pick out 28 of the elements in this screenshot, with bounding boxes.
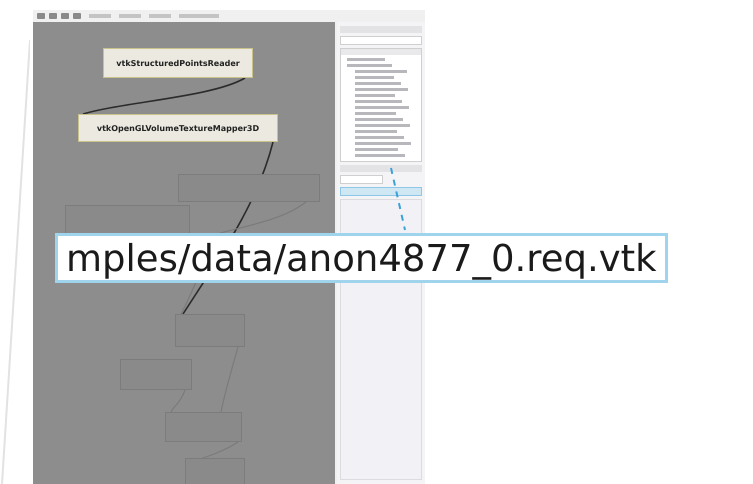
list-entry[interactable]: [355, 88, 408, 91]
toolbar-tab[interactable]: [149, 14, 171, 18]
list-entry[interactable]: [355, 76, 394, 79]
search-field[interactable]: [340, 36, 422, 45]
list-entry[interactable]: [355, 118, 403, 121]
parameter-field[interactable]: [340, 175, 383, 184]
list-entry[interactable]: [355, 100, 402, 103]
list-entry[interactable]: [355, 106, 409, 109]
list-entry[interactable]: [355, 142, 411, 145]
file-path-field[interactable]: mples/data/anon4877_0.req.vtk: [55, 233, 668, 283]
file-path-field[interactable]: [340, 187, 422, 196]
list-entry[interactable]: [347, 64, 392, 67]
list-entry[interactable]: [355, 136, 404, 139]
toolbar-tab[interactable]: [179, 14, 219, 18]
list-entry[interactable]: [355, 154, 405, 157]
toolbar-tab[interactable]: [119, 14, 141, 18]
list-entry[interactable]: [355, 70, 407, 73]
pipeline-module[interactable]: vtkOpenGLVolumeTextureMapper3D: [78, 114, 278, 142]
toolbar-tab[interactable]: [89, 14, 111, 18]
pipeline-module[interactable]: vtkStructuredPointsReader: [103, 48, 253, 78]
list-entry[interactable]: [355, 82, 401, 85]
list-entry[interactable]: [355, 124, 410, 127]
list-entry[interactable]: [355, 112, 396, 115]
list-entry[interactable]: [355, 94, 395, 97]
list-entry[interactable]: [347, 58, 385, 61]
list-entry[interactable]: [355, 148, 398, 151]
list-entry[interactable]: [355, 130, 397, 133]
leader-line: [389, 166, 409, 232]
